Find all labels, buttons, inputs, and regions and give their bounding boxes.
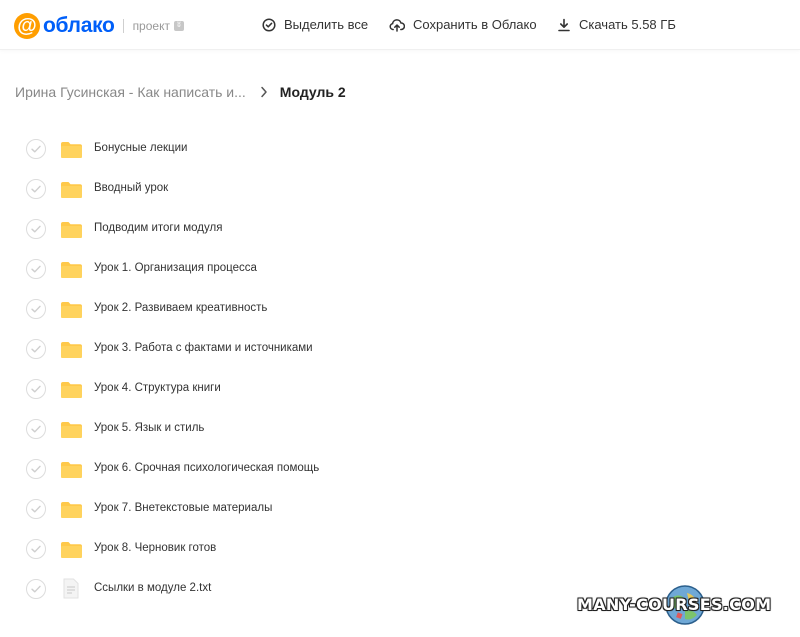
file-name: Урок 4. Структура книги (94, 382, 221, 394)
list-item[interactable]: Урок 1. Организация процесса (0, 249, 800, 289)
download-button[interactable]: Скачать 5.58 ГБ (557, 17, 676, 32)
select-checkbox[interactable] (26, 299, 46, 319)
list-item[interactable]: Бонусные лекции (0, 129, 800, 169)
check-mark-icon (31, 305, 41, 313)
file-name: Урок 6. Срочная психологическая помощь (94, 462, 320, 474)
file-name: Урок 3. Работа с фактами и источниками (94, 342, 313, 354)
watermark: MANY-COURSES.COM (577, 583, 792, 627)
select-checkbox[interactable] (26, 499, 46, 519)
logo-text: облако (43, 14, 115, 37)
file-name: Урок 5. Язык и стиль (94, 422, 205, 434)
folder-icon (60, 541, 83, 564)
folder-icon (60, 501, 83, 524)
check-mark-icon (31, 545, 41, 553)
list-item[interactable]: Подводим итоги модуля (0, 209, 800, 249)
breadcrumb-parent[interactable]: Ирина Гусинская - Как написать и... (15, 84, 246, 100)
folder-icon (60, 341, 83, 364)
file-name: Вводный урок (94, 182, 169, 194)
file-name: Урок 1. Организация процесса (94, 262, 257, 274)
at-logo-icon: @ (14, 13, 40, 39)
select-all-button[interactable]: Выделить все (262, 17, 368, 32)
folder-icon (60, 381, 83, 404)
select-checkbox[interactable] (26, 259, 46, 279)
save-to-cloud-button[interactable]: Сохранить в Облако (389, 17, 537, 32)
list-item[interactable]: Урок 8. Черновик готов (0, 529, 800, 569)
check-mark-icon (31, 145, 41, 153)
list-item[interactable]: Урок 2. Развиваем креативность (0, 289, 800, 329)
select-checkbox[interactable] (26, 379, 46, 399)
select-checkbox[interactable] (26, 579, 46, 599)
text-file-icon (63, 578, 79, 604)
breadcrumb-current: Модуль 2 (279, 84, 346, 100)
file-name: Подводим итоги модуля (94, 222, 223, 234)
vk-badge-icon: ʬ (173, 21, 184, 31)
select-checkbox[interactable] (26, 219, 46, 239)
file-name: Бонусные лекции (94, 142, 188, 154)
list-item[interactable]: Урок 6. Срочная психологическая помощь (0, 449, 800, 489)
check-mark-icon (31, 505, 41, 513)
check-mark-icon (31, 585, 41, 593)
check-mark-icon (31, 225, 41, 233)
select-all-label: Выделить все (284, 17, 369, 32)
folder-icon (60, 421, 83, 444)
logo-subtitle: проект (132, 19, 170, 33)
breadcrumb: Ирина Гусинская - Как написать и... Моду… (15, 83, 346, 101)
folder-icon (60, 261, 83, 284)
check-circle-icon (262, 17, 276, 32)
logo-separator (122, 19, 124, 33)
watermark-text: MANY-COURSES.COM (577, 595, 772, 614)
list-item[interactable]: Урок 4. Структура книги (0, 369, 800, 409)
folder-icon (60, 141, 83, 164)
folder-icon (60, 461, 83, 484)
file-list: Бонусные лекции Вводный урок Подводим итог… (0, 129, 800, 609)
folder-icon (60, 301, 83, 324)
select-checkbox[interactable] (26, 139, 46, 159)
check-mark-icon (31, 465, 41, 473)
select-checkbox[interactable] (26, 339, 46, 359)
download-icon (558, 18, 570, 31)
file-name: Урок 2. Развиваем креативность (94, 302, 268, 314)
list-item[interactable]: Урок 7. Внетекстовые материалы (0, 489, 800, 529)
check-mark-icon (31, 345, 41, 353)
file-name: Ссылки в модуле 2.txt (94, 582, 212, 594)
select-checkbox[interactable] (26, 419, 46, 439)
top-bar: @ облако проект ʬ Выделить все Сохранить… (0, 0, 800, 50)
check-mark-icon (31, 265, 41, 273)
download-label: Скачать 5.58 ГБ (579, 17, 676, 32)
chevron-right-icon (260, 86, 268, 98)
check-mark-icon (31, 185, 41, 193)
cloud-upload-icon (389, 18, 405, 32)
file-name: Урок 7. Внетекстовые материалы (94, 502, 273, 514)
cloud-logo[interactable]: @ облако проект ʬ (14, 11, 184, 41)
list-item[interactable]: Урок 5. Язык и стиль (0, 409, 800, 449)
list-item[interactable]: Вводный урок (0, 169, 800, 209)
list-item[interactable]: Урок 3. Работа с фактами и источниками (0, 329, 800, 369)
select-checkbox[interactable] (26, 539, 46, 559)
save-to-cloud-label: Сохранить в Облако (413, 17, 537, 32)
folder-icon (60, 221, 83, 244)
check-mark-icon (31, 425, 41, 433)
folder-icon (60, 181, 83, 204)
select-checkbox[interactable] (26, 179, 46, 199)
select-checkbox[interactable] (26, 459, 46, 479)
file-name: Урок 8. Черновик готов (94, 542, 217, 554)
check-mark-icon (31, 385, 41, 393)
